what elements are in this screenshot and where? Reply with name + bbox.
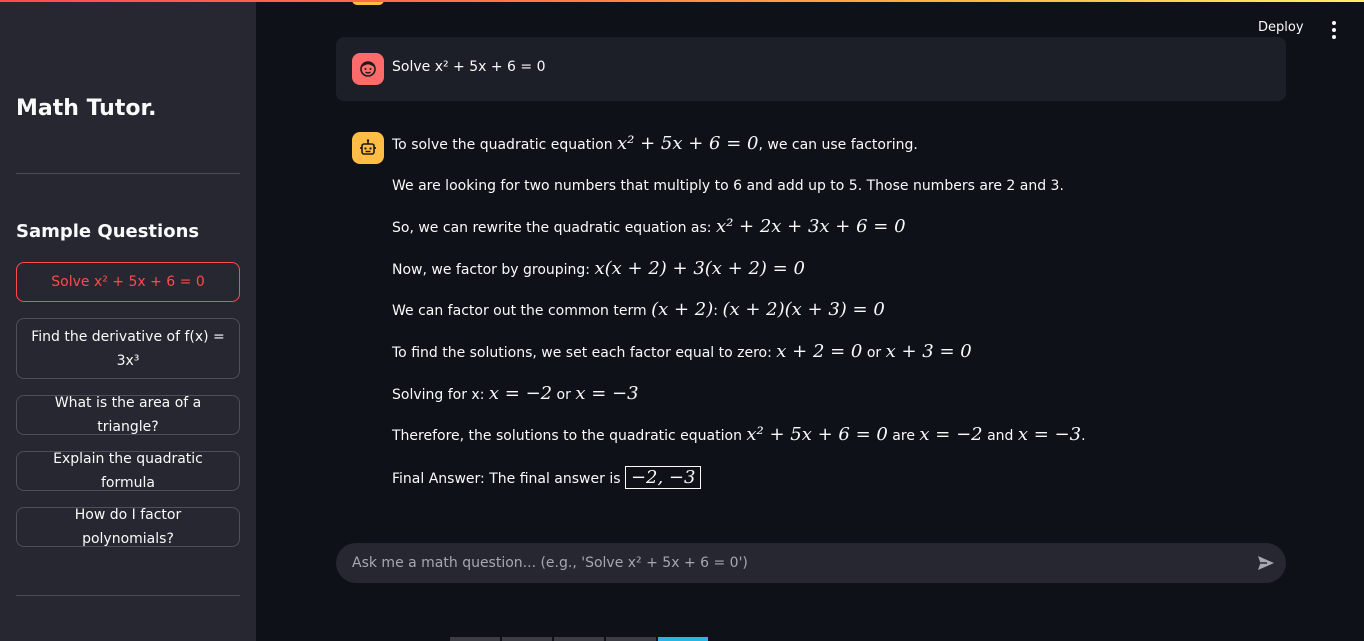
sample-question-button-4[interactable]: Explain the quadratic formula bbox=[16, 451, 240, 491]
sample-question-button-3[interactable]: What is the area of a triangle? bbox=[16, 395, 240, 435]
send-icon[interactable] bbox=[1246, 543, 1286, 583]
chat-input-bar bbox=[336, 543, 1286, 583]
sample-question-button-1[interactable]: Solve x² + 5x + 6 = 0 bbox=[16, 262, 240, 302]
bottom-tab[interactable] bbox=[554, 637, 604, 641]
math-expression: x + 2 = 0 bbox=[776, 341, 863, 362]
sample-question-button-5[interactable]: How do I factor polynomials? bbox=[16, 507, 240, 547]
assistant-line-2: We are looking for two numbers that mult… bbox=[392, 178, 1064, 194]
math-expression: x = −2 bbox=[919, 424, 983, 445]
bottom-tab[interactable] bbox=[450, 637, 500, 641]
robot-icon bbox=[352, 132, 384, 164]
math-expression: x = −3 bbox=[1017, 424, 1082, 445]
assistant-line-6: To find the solutions, we set each facto… bbox=[392, 341, 972, 362]
bottom-tab[interactable] bbox=[606, 637, 656, 641]
app-title: Math Tutor. bbox=[16, 96, 157, 121]
math-expression: x = −2 bbox=[488, 383, 553, 404]
assistant-line-5: We can factor out the common term (x + 2… bbox=[392, 299, 885, 320]
sidebar-divider-bottom bbox=[16, 595, 240, 596]
user-face-icon bbox=[352, 53, 384, 85]
final-answer-box: −2, −3 bbox=[624, 466, 702, 489]
math-expression: (x + 2) bbox=[651, 299, 714, 320]
sample-questions-heading: Sample Questions bbox=[16, 221, 200, 242]
math-expression: (x + 2)(x + 3) = 0 bbox=[722, 299, 885, 320]
assistant-line-4: Now, we factor by grouping: x(x + 2) + 3… bbox=[392, 258, 805, 279]
assistant-line-9: Final Answer: The final answer is −2, −3 bbox=[392, 466, 702, 489]
assistant-line-3: So, we can rewrite the quadratic equatio… bbox=[392, 216, 906, 237]
bottom-tab-strip bbox=[450, 637, 708, 641]
chat-input[interactable] bbox=[336, 555, 1246, 571]
math-expression: x² + 5x + 6 = 0 bbox=[617, 133, 759, 154]
math-expression: x² + 5x + 6 = 0 bbox=[746, 424, 888, 445]
assistant-line-7: Solving for x: x = −2 or x = −3 bbox=[392, 383, 639, 404]
math-expression: x = −3 bbox=[575, 383, 639, 404]
assistant-line-8: Therefore, the solutions to the quadrati… bbox=[392, 424, 1086, 445]
kebab-menu-icon[interactable] bbox=[1324, 20, 1344, 40]
bottom-tab[interactable] bbox=[502, 637, 552, 641]
bottom-tab-active[interactable] bbox=[658, 637, 708, 641]
sidebar-divider bbox=[16, 173, 240, 174]
math-expression: x(x + 2) + 3(x + 2) = 0 bbox=[594, 258, 805, 279]
top-decoration-bar bbox=[0, 0, 1364, 2]
deploy-button[interactable]: Deploy bbox=[1258, 20, 1304, 35]
sidebar: Math Tutor. Sample Questions Solve x² + … bbox=[0, 0, 256, 641]
sample-question-button-2[interactable]: Find the derivative of f(x) = 3x³ bbox=[16, 318, 240, 379]
math-expression: x + 3 = 0 bbox=[885, 341, 972, 362]
user-message-text: Solve x² + 5x + 6 = 0 bbox=[392, 59, 546, 75]
assistant-line-1: To solve the quadratic equation x² + 5x … bbox=[392, 133, 918, 154]
math-expression: x² + 2x + 3x + 6 = 0 bbox=[715, 216, 906, 237]
